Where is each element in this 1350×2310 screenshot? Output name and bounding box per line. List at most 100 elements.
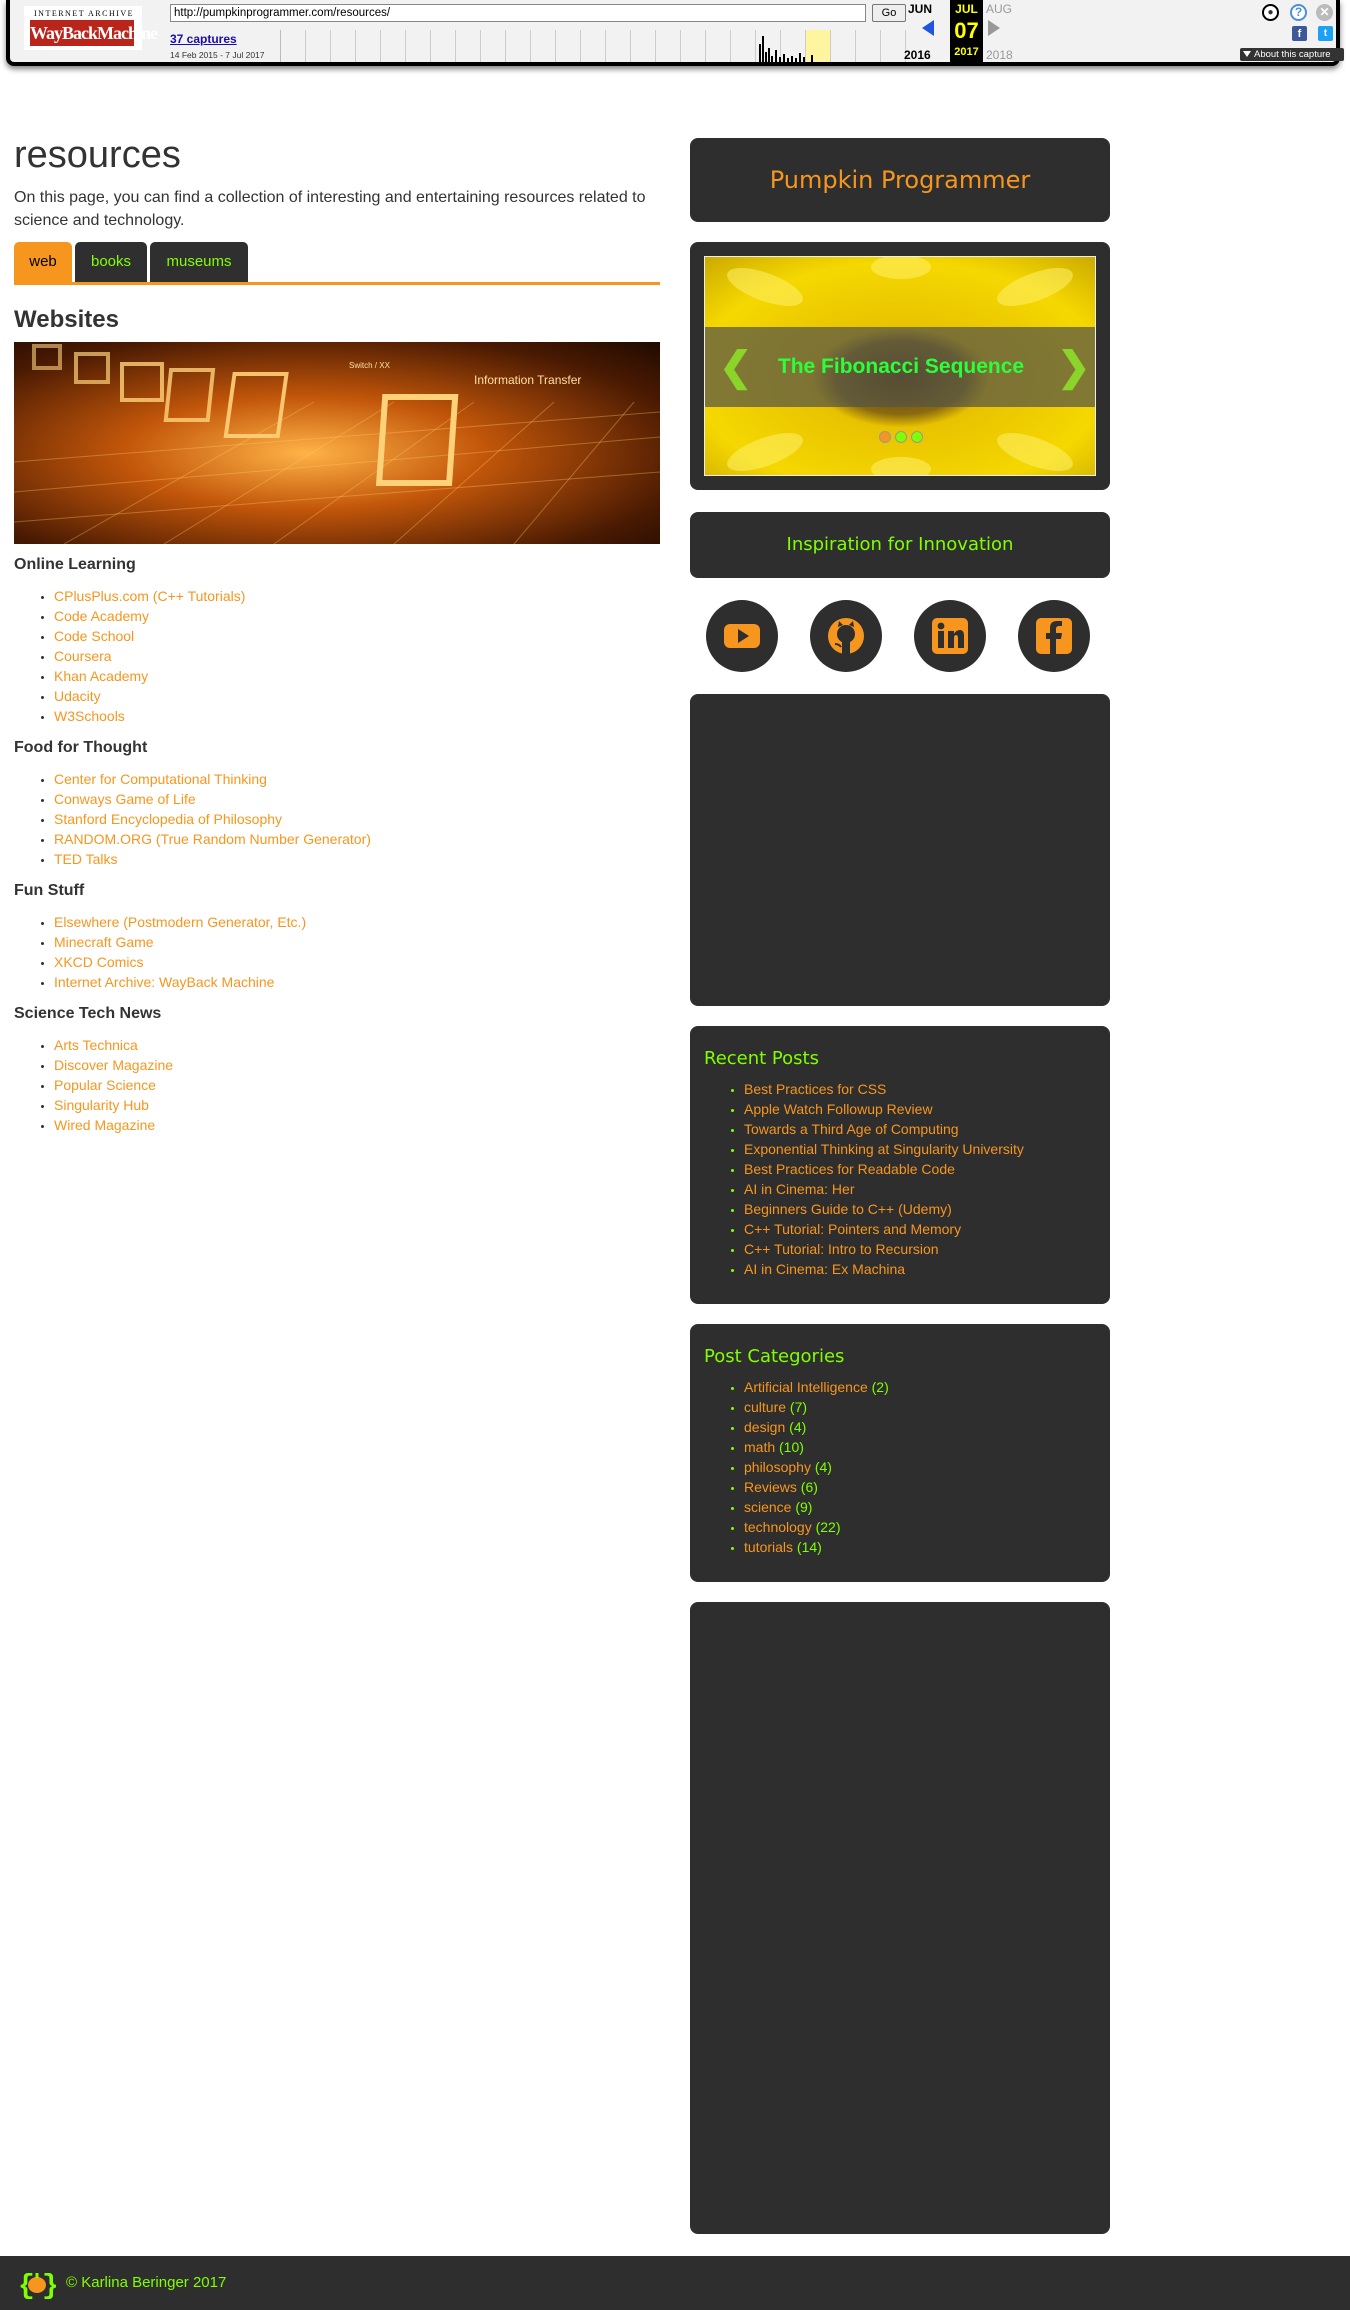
sparkline-cell[interactable]: [356, 30, 381, 62]
slide-dot[interactable]: [911, 431, 923, 443]
linkedin-button[interactable]: [914, 600, 986, 672]
sparkline-cell[interactable]: [731, 30, 756, 62]
list-item[interactable]: Singularity Hub: [54, 1095, 173, 1115]
sparkline-cell[interactable]: [881, 30, 906, 62]
facebook-share-icon[interactable]: f: [1292, 26, 1307, 41]
recent-post-link[interactable]: Beginners Guide to C++ (Udemy): [744, 1199, 1024, 1219]
category-link[interactable]: science: [744, 1499, 791, 1515]
sparkline-cell[interactable]: [506, 30, 531, 62]
sparkline-cell[interactable]: [806, 30, 831, 62]
sparkline-cell[interactable]: [656, 30, 681, 62]
sparkline-cell[interactable]: [681, 30, 706, 62]
wayback-logo-main: WayBackMachine: [30, 20, 158, 46]
list-item[interactable]: TED Talks: [54, 849, 371, 869]
user-icon[interactable]: ●: [1262, 4, 1279, 21]
recent-post-link[interactable]: C++ Tutorial: Pointers and Memory: [744, 1219, 1024, 1239]
twitter-share-icon[interactable]: t: [1318, 26, 1333, 41]
list-item[interactable]: Conways Game of Life: [54, 789, 371, 809]
list-item[interactable]: Wired Magazine: [54, 1115, 173, 1135]
category-link[interactable]: tutorials: [744, 1539, 793, 1555]
sparkline-cell[interactable]: [406, 30, 431, 62]
list-item[interactable]: Udacity: [54, 686, 245, 706]
wayback-about-capture-button[interactable]: About this capture: [1240, 48, 1344, 61]
wayback-go-button[interactable]: Go: [872, 4, 906, 22]
sparkline-cell[interactable]: [581, 30, 606, 62]
list-item[interactable]: Khan Academy: [54, 666, 245, 686]
list-item[interactable]: RANDOM.ORG (True Random Number Generator…: [54, 829, 371, 849]
recent-post-link[interactable]: C++ Tutorial: Intro to Recursion: [744, 1239, 1024, 1259]
recent-post-link[interactable]: Best Practices for CSS: [744, 1079, 1024, 1099]
github-button[interactable]: [810, 600, 882, 672]
close-icon[interactable]: ✕: [1316, 4, 1333, 21]
capture-bar: [791, 56, 793, 62]
list-item[interactable]: Discover Magazine: [54, 1055, 173, 1075]
list-item[interactable]: Minecraft Game: [54, 932, 306, 952]
advertisement-panel: [690, 694, 1110, 1006]
wayback-captures-link[interactable]: 37 captures: [170, 32, 237, 46]
sparkline-cell[interactable]: [381, 30, 406, 62]
help-icon[interactable]: ?: [1290, 4, 1307, 21]
category-link[interactable]: culture: [744, 1399, 786, 1415]
facebook-button[interactable]: [1018, 600, 1090, 672]
capture-bar: [799, 53, 801, 62]
sparkline-cell[interactable]: [281, 30, 306, 62]
list-item[interactable]: Elsewhere (Postmodern Generator, Etc.): [54, 912, 306, 932]
wayback-sparkline[interactable]: [280, 30, 906, 62]
tab-books[interactable]: books: [75, 242, 147, 282]
sparkline-cell[interactable]: [856, 30, 881, 62]
list-item[interactable]: Center for Computational Thinking: [54, 769, 371, 789]
recent-post-link[interactable]: Exponential Thinking at Singularity Univ…: [744, 1139, 1024, 1159]
site-title[interactable]: Pumpkin Programmer: [690, 138, 1110, 222]
category-link[interactable]: math: [744, 1439, 775, 1455]
sparkline-cell[interactable]: [631, 30, 656, 62]
recent-post-link[interactable]: AI in Cinema: Her: [744, 1179, 1024, 1199]
slide-dot-active[interactable]: [879, 431, 891, 443]
resource-tabs: web books museums: [14, 242, 660, 285]
list-item[interactable]: Code School: [54, 626, 245, 646]
sparkline-cell[interactable]: [331, 30, 356, 62]
capture-bar: [775, 50, 777, 62]
category-link[interactable]: technology: [744, 1519, 812, 1535]
list-item[interactable]: CPlusPlus.com (C++ Tutorials): [54, 586, 245, 606]
slide-caption[interactable]: The Fibonacci Sequence: [705, 327, 1095, 407]
youtube-button[interactable]: [706, 600, 778, 672]
list-item[interactable]: Popular Science: [54, 1075, 173, 1095]
list-item[interactable]: XKCD Comics: [54, 952, 306, 972]
link-list-food-for-thought: Center for Computational Thinking Conway…: [54, 769, 371, 869]
sparkline-cell[interactable]: [481, 30, 506, 62]
chevron-right-icon[interactable]: ❯: [1057, 347, 1091, 387]
sparkline-cell[interactable]: [706, 30, 731, 62]
list-item[interactable]: Coursera: [54, 646, 245, 666]
sparkline-cell[interactable]: [431, 30, 456, 62]
sparkline-cell[interactable]: [556, 30, 581, 62]
category-link[interactable]: Reviews: [744, 1479, 797, 1495]
list-item[interactable]: Code Academy: [54, 606, 245, 626]
wayback-logo[interactable]: INTERNET ARCHIVE WayBackMachine: [24, 6, 158, 50]
category-link[interactable]: design: [744, 1419, 785, 1435]
sparkline-cell[interactable]: [606, 30, 631, 62]
list-item[interactable]: Stanford Encyclopedia of Philosophy: [54, 809, 371, 829]
recent-post-link[interactable]: AI in Cinema: Ex Machina: [744, 1259, 1024, 1279]
recent-post-link[interactable]: Towards a Third Age of Computing: [744, 1119, 1024, 1139]
category-link[interactable]: philosophy: [744, 1459, 811, 1475]
sparkline-cell[interactable]: [306, 30, 331, 62]
wayback-url-input[interactable]: http://pumpkinprogrammer.com/resources/: [170, 4, 866, 22]
sparkline-cell[interactable]: [456, 30, 481, 62]
list-item[interactable]: Internet Archive: WayBack Machine: [54, 972, 306, 992]
wayback-toolbar: INTERNET ARCHIVE WayBackMachine http://p…: [0, 0, 1350, 72]
featured-slider[interactable]: ❮ The Fibonacci Sequence ❯: [704, 256, 1096, 476]
list-item[interactable]: Arts Technica: [54, 1035, 173, 1055]
list-item[interactable]: W3Schools: [54, 706, 245, 726]
wayback-prev-year[interactable]: 2016: [904, 48, 931, 62]
recent-post-link[interactable]: Apple Watch Followup Review: [744, 1099, 1024, 1119]
linkedin-icon: [932, 618, 968, 654]
recent-post-link[interactable]: Best Practices for Readable Code: [744, 1159, 1024, 1179]
sparkline-cell[interactable]: [831, 30, 856, 62]
sparkline-cell[interactable]: [531, 30, 556, 62]
tab-web[interactable]: web: [14, 242, 72, 282]
tab-museums[interactable]: museums: [150, 242, 248, 282]
wayback-prev-arrow-icon[interactable]: [922, 20, 934, 36]
wayback-prev-month[interactable]: JUN: [908, 2, 932, 16]
category-link[interactable]: Artificial Intelligence: [744, 1379, 868, 1395]
slide-dot[interactable]: [895, 431, 907, 443]
